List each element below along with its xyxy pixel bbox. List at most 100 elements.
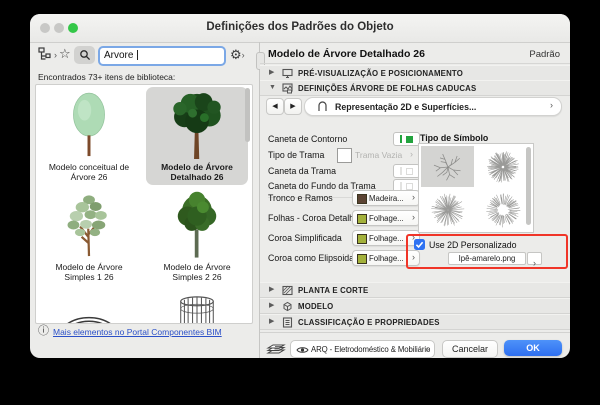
header-divider [260, 63, 570, 64]
ok-button[interactable]: OK [504, 340, 562, 356]
section-label: MODELO [298, 302, 334, 311]
cancel-button[interactable]: Cancelar [442, 340, 498, 358]
bim-portal-link[interactable]: Mais elementos no Portal Componentes BIM [53, 327, 222, 337]
page-selector-chevron-icon: › [550, 100, 553, 110]
symbol-option[interactable] [476, 146, 529, 187]
ring-burst-symbol-icon [485, 192, 520, 227]
symbol-option-selected[interactable] [421, 146, 474, 187]
folder-tree-icon [38, 47, 51, 60]
list-item[interactable]: Modelo de Árvore Simples 2 26 [146, 187, 248, 285]
hanger-icon [318, 101, 327, 111]
leaves-material-button[interactable]: Folhage... › [352, 210, 420, 226]
layer-dropdown[interactable]: ARQ - Eletrodoméstico & Mobiliário › [290, 340, 435, 358]
star-icon: ☆ [59, 46, 71, 61]
section-plan-section[interactable]: ▶ PLANTA E CORTE [260, 282, 570, 298]
settings-pane: Modelo de Árvore Detalhado 26 Padrão ▶ P… [260, 42, 570, 358]
gear-chevron-icon: › [241, 49, 245, 60]
folder-view-button[interactable] [38, 47, 55, 61]
detailed-tree-thumbnail [173, 93, 221, 160]
tree-guard-thumbnail [180, 296, 214, 323]
dialog-title: Definições dos Padrões do Objeto [206, 21, 394, 33]
object-settings-icon [282, 82, 293, 94]
simple-tree-1-thumbnail [67, 195, 107, 257]
library-item-label: Modelo de Árvore Simples 1 26 [55, 262, 123, 282]
screenshot-stage: Definições dos Padrões do Objeto › ☆ Árv… [0, 0, 600, 405]
section-label: DEFINIÇÕES ÁRVORE DE FOLHAS CADUCAS [298, 84, 477, 93]
search-icon [79, 50, 90, 61]
symbol-option[interactable] [476, 189, 529, 230]
conceptual-tree-thumbnail [73, 92, 105, 157]
fill-type-value: Trama Vazia [355, 150, 403, 160]
eye-icon [296, 346, 309, 353]
parameter-page-navigator: ◀ ▶ Representação 2D e Superfícies... › [260, 94, 570, 120]
pen-line-swatch [400, 135, 402, 143]
fill-pen-picker[interactable] [393, 164, 420, 178]
section-preview[interactable]: ▶ PRÉ-VISUALIZAÇÃO E POSICIONAMENTO [260, 65, 570, 81]
branch-symbol-icon [433, 153, 461, 180]
text-caret [137, 50, 138, 60]
disclosure-collapsed-icon: ▶ [269, 69, 275, 76]
library-pane: › ☆ ⚙ › Encontrados 73+ itens de b [30, 42, 259, 358]
symbol-type-list [418, 143, 534, 233]
pen-line-swatch [400, 167, 402, 175]
pen-color-swatch [406, 135, 413, 143]
fill-type-swatch[interactable] [337, 148, 352, 163]
material-value: Folhage... [369, 213, 404, 223]
dialog-footer: ARQ - Eletrodoméstico & Mobiliário › Can… [260, 332, 570, 358]
search-input-wrap [98, 45, 226, 66]
custom-2d-highlight: Use 2D Personalizado Ipê-amarelo.png › [406, 234, 568, 269]
foliage-material-swatch [357, 233, 367, 244]
library-scrollbar-thumb[interactable] [245, 88, 250, 142]
pen-color-swatch [406, 167, 413, 175]
object-settings-dialog: Definições dos Padrões do Objeto › ☆ Árv… [30, 14, 570, 358]
library-item-label: Modelo de Árvore Detalhado 26 [161, 162, 233, 182]
browse-file-button[interactable]: › [527, 252, 542, 268]
folder-view-chevron-icon: › [54, 50, 57, 60]
param-label: Tipo de Trama [268, 150, 325, 160]
section-label: CLASSIFICAÇÃO E PROPRIEDADES [298, 318, 440, 327]
material-value: Madeira... [369, 193, 404, 203]
page-selector[interactable]: Representação 2D e Superfícies... › [304, 97, 562, 116]
list-item[interactable] [146, 287, 248, 323]
nav-forward-button[interactable]: ▶ [284, 98, 302, 115]
nav-back-button[interactable]: ◀ [266, 98, 284, 115]
arrow-right-icon: ▶ [290, 103, 296, 110]
foliage-material-swatch [357, 253, 367, 264]
library-item-label: Modelo conceitual de Árvore 26 [48, 162, 130, 182]
trunk-material-button[interactable]: Madeira... › [352, 190, 420, 206]
star-burst-symbol-icon [430, 193, 464, 226]
contour-pen-picker[interactable] [393, 132, 420, 146]
material-chevron-icon: › [412, 212, 415, 222]
library-toolbar: › ☆ ⚙ › [30, 44, 259, 68]
favorites-button[interactable]: ☆ [59, 46, 71, 62]
plan-section-icon [282, 285, 293, 296]
search-settings-button[interactable]: ⚙ › [230, 46, 256, 64]
symbol-scrollbar-thumb[interactable] [526, 147, 531, 225]
param-label: Coroa como Elipsoidal [268, 253, 357, 263]
pen-line-swatch [400, 182, 402, 190]
param-label: Coroa Simplificada [268, 233, 342, 243]
results-count-label: Encontrados 73+ itens de biblioteca: [38, 72, 176, 82]
search-mode-button[interactable] [74, 46, 95, 64]
list-item[interactable]: Modelo conceitual de Árvore 26 [38, 87, 140, 185]
more-elements-row: ⓘ Mais elementos no Portal Componentes B… [38, 326, 222, 337]
default-badge: Padrão [529, 49, 560, 60]
search-input[interactable] [98, 45, 226, 66]
page-selector-label: Representação 2D e Superfícies... [335, 101, 477, 112]
list-item-selected[interactable]: Modelo de Árvore Detalhado 26 [146, 87, 248, 185]
arrow-left-icon: ◀ [272, 103, 278, 110]
checkmark-icon [415, 241, 424, 249]
fill-type-chevron-icon: › [410, 149, 413, 159]
list-item[interactable]: Modelo de Árvore Simples 1 26 [38, 187, 140, 285]
properties-list-icon [282, 316, 293, 328]
selected-object-title: Modelo de Árvore Detalhado 26 [268, 48, 425, 60]
symbol-type-label: Tipo de Símbolo [420, 133, 489, 143]
list-item[interactable] [38, 287, 140, 323]
symbol-option[interactable] [421, 189, 474, 230]
section-model[interactable]: ▶ MODELO [260, 298, 570, 314]
section-classification[interactable]: ▶ CLASSIFICAÇÃO E PROPRIEDADES [260, 314, 570, 330]
param-label: Tronco e Ramos [268, 193, 333, 203]
use-custom-2d-checkbox[interactable] [414, 239, 425, 250]
param-label: Caneta da Trama [268, 166, 336, 176]
material-value: Folhage... [369, 233, 404, 243]
